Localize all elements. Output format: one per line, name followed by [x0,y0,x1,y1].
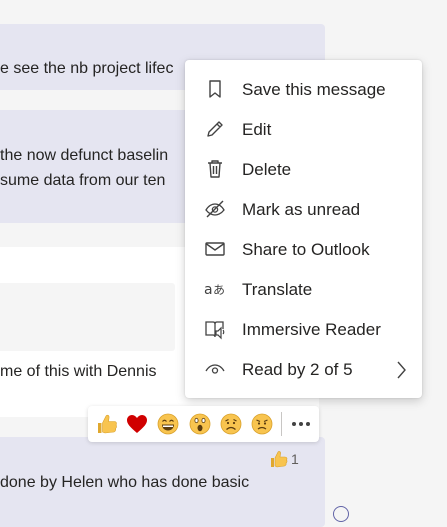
laugh-reaction-icon[interactable] [156,412,180,436]
menu-item-label: Share to Outlook [242,240,370,259]
message-context-menu: Save this message Edit Delete Mark as un… [185,60,422,398]
menu-item-read-by[interactable]: Read by 2 of 5 [185,350,422,390]
svg-text:あ: あ [213,283,225,297]
more-options-icon[interactable] [288,412,314,436]
like-count-value: 1 [291,451,299,467]
menu-item-delete[interactable]: Delete [185,150,422,190]
pencil-icon [207,121,223,137]
menu-item-label: Edit [242,120,272,139]
heart-reaction-icon[interactable] [125,412,149,436]
menu-item-label: Immersive Reader [242,320,381,339]
message-text-line-1: the now defunct baselin [0,147,169,164]
thumbs-up-icon [271,451,288,468]
like-reaction-icon[interactable] [95,412,119,436]
sad-reaction-icon[interactable] [219,412,243,436]
eye-off-icon [205,200,225,218]
eye-icon [205,364,225,374]
surprised-reaction-icon[interactable] [188,412,212,436]
menu-item-immersive-reader[interactable]: Immersive Reader [185,310,422,350]
immersive-reader-icon [205,321,225,340]
chevron-right-icon [397,361,406,379]
menu-item-label: Mark as unread [242,200,361,219]
menu-item-label: Save this message [242,80,386,99]
reaction-bar [88,406,319,442]
menu-item-share-outlook[interactable]: Share to Outlook [185,230,422,270]
menu-item-label: Read by 2 of 5 [242,360,353,379]
bookmark-icon [209,80,221,98]
menu-item-mark-unread[interactable]: Mark as unread [185,190,422,230]
message-text-line-2: sume data from our ten [0,172,166,189]
status-ring-icon [333,506,349,522]
message-text: me of this with Dennis [0,363,157,380]
svg-text:a: a [204,282,213,298]
trash-icon [208,160,222,178]
menu-item-label: Translate [242,280,313,299]
message-text: e see the nb project lifec [0,60,174,77]
menu-item-translate[interactable]: a あ Translate [185,270,422,310]
mail-icon [205,242,225,256]
reaction-divider [281,412,282,436]
menu-item-save-message[interactable]: Save this message [185,70,422,110]
menu-item-edit[interactable]: Edit [185,110,422,150]
angry-reaction-icon[interactable] [250,412,274,436]
message-text: done by Helen who has done basic [0,474,250,491]
quoted-content [0,283,175,351]
translate-icon: a あ [204,282,225,298]
menu-item-label: Delete [242,160,292,179]
